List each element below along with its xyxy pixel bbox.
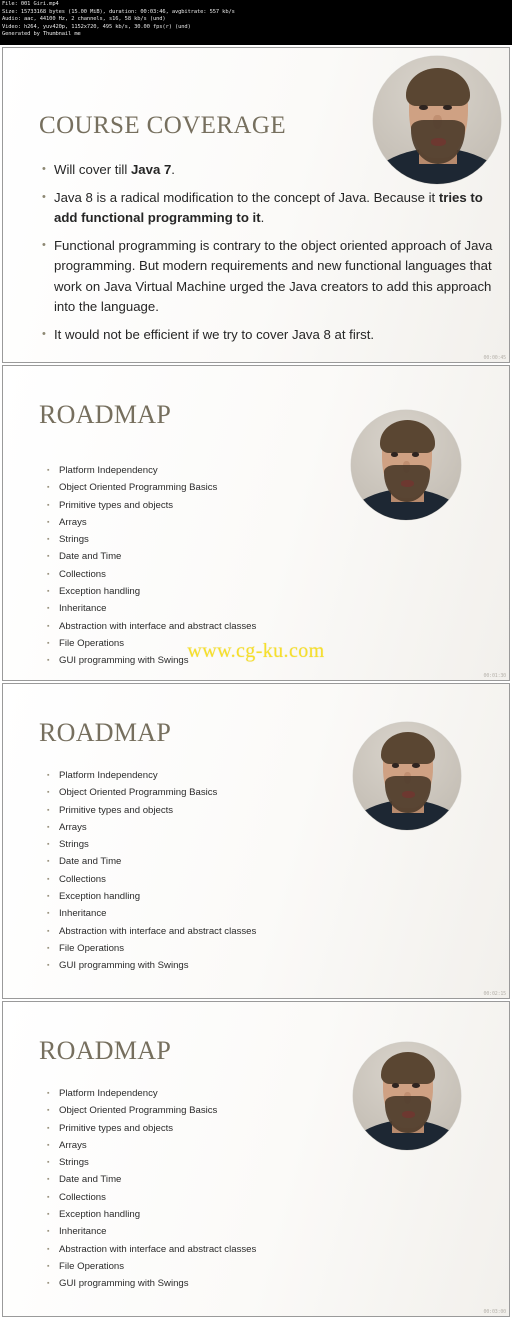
roadmap-list-item: Platform Independency — [47, 1085, 377, 1103]
metadata-line-generator: Generated by Thumbnail me — [2, 31, 81, 38]
roadmap-list-item: Primitive types and objects — [47, 1120, 377, 1138]
thumbnail-frame[interactable]: ROADMAP Platform IndependencyObject Orien… — [2, 683, 510, 999]
thumbnail-grid: COURSE COVERAGE Will cover till Java 7. Ja… — [0, 45, 512, 1320]
slide-canvas: COURSE COVERAGE Will cover till Java 7. Ja… — [3, 48, 509, 362]
thumbnail-timestamp: 00:03:00 — [483, 1309, 507, 1315]
metadata-line-size: Size: 15733168 bytes (15.00 MiB), durati… — [2, 8, 235, 15]
speaker-eye-right — [412, 763, 420, 768]
speaker-mouth — [400, 480, 414, 487]
roadmap-list-item: Arrays — [47, 1137, 377, 1155]
webcam-overlay — [353, 722, 461, 830]
speaker-eye-right — [411, 451, 420, 457]
bullet-text: . — [171, 162, 175, 177]
roadmap-list-item: Inheritance — [47, 1223, 377, 1241]
roadmap-list: Platform IndependencyObject Oriented Pro… — [47, 767, 377, 975]
speaker-eye-left — [390, 451, 399, 457]
slide-title: ROADMAP — [39, 400, 172, 429]
slide-bullet: Java 8 is a radical modification to the … — [41, 187, 493, 229]
roadmap-list-item: Arrays — [47, 514, 377, 532]
metadata-line-video: Video: h264, yuv420p, 1152x720, 495 kb/s… — [2, 23, 191, 30]
roadmap-list-item: Strings — [47, 1154, 377, 1172]
bullet-emphasis: Java 7 — [130, 162, 172, 177]
webcam-overlay — [353, 1042, 461, 1150]
speaker-eye-right — [412, 1083, 420, 1088]
thumbnail-timestamp: 00:01:30 — [483, 673, 507, 679]
speaker-mouth — [401, 1111, 415, 1118]
thumbnail-sheet: File: 001 Giri.mp4 Size: 15733168 bytes … — [0, 0, 512, 1320]
slide-title: COURSE COVERAGE — [39, 112, 286, 139]
roadmap-list-item: Object Oriented Programming Basics — [47, 479, 377, 497]
roadmap-list: Platform IndependencyObject Oriented Pro… — [47, 1085, 377, 1293]
roadmap-list-item: Primitive types and objects — [47, 802, 377, 820]
thumbnail-frame[interactable]: ROADMAP Platform IndependencyObject Orien… — [2, 365, 510, 681]
roadmap-list-item: File Operations — [47, 940, 377, 958]
roadmap-list-item: Object Oriented Programming Basics — [47, 784, 377, 802]
roadmap-list-item: GUI programming with Swings — [47, 957, 377, 975]
roadmap-list-item: Date and Time — [47, 1171, 377, 1189]
slide-bullet-list: Will cover till Java 7. Java 8 is a radic… — [41, 159, 493, 352]
roadmap-list-item: Strings — [47, 531, 377, 549]
roadmap-list-item: Date and Time — [47, 548, 377, 566]
slide-bullet: It would not be efficient if we try to c… — [41, 324, 493, 346]
roadmap-list-item: GUI programming with Swings — [47, 652, 377, 670]
webcam-overlay — [351, 410, 461, 520]
roadmap-list-item: Inheritance — [47, 905, 377, 923]
metadata-line-audio: Audio: aac, 44100 Hz, 2 channels, s16, 5… — [2, 16, 166, 23]
roadmap-list-item: Exception handling — [47, 888, 377, 906]
thumbnail-timestamp: 00:02:15 — [483, 991, 507, 997]
slide-title: ROADMAP — [39, 718, 172, 747]
bullet-text: . — [260, 210, 265, 225]
roadmap-list-item: Date and Time — [47, 853, 377, 871]
roadmap-list-item: Abstraction with interface and abstract … — [47, 1241, 377, 1259]
thumbnail-frame[interactable]: ROADMAP Platform IndependencyObject Orien… — [2, 1001, 510, 1317]
speaker-mouth — [430, 137, 446, 146]
roadmap-list: Platform IndependencyObject Oriented Pro… — [47, 462, 377, 670]
metadata-line-file: File: 001 Giri.mp4 — [2, 1, 59, 7]
roadmap-list-item: Exception handling — [47, 583, 377, 601]
roadmap-list-item: Abstraction with interface and abstract … — [47, 923, 377, 941]
slide-title: ROADMAP — [39, 1036, 172, 1065]
roadmap-list-item: Abstraction with interface and abstract … — [47, 618, 377, 636]
speaker-mouth — [401, 791, 415, 798]
roadmap-list-item: Inheritance — [47, 600, 377, 618]
roadmap-list-item: Primitive types and objects — [47, 497, 377, 515]
bullet-text: Functional programming is contrary to th… — [54, 237, 493, 315]
webcam-overlay — [373, 56, 501, 184]
thumbnail-timestamp: 00:00:45 — [483, 355, 507, 361]
roadmap-list-item: Object Oriented Programming Basics — [47, 1102, 377, 1120]
slide-canvas: ROADMAP Platform IndependencyObject Orien… — [3, 684, 509, 998]
bullet-text: It would not be efficient if we try to c… — [54, 326, 375, 342]
slide-bullet: Functional programming is contrary to th… — [41, 235, 493, 318]
thumbnail-frame[interactable]: COURSE COVERAGE Will cover till Java 7. Ja… — [2, 47, 510, 363]
roadmap-list-item: Arrays — [47, 819, 377, 837]
bullet-text: Will cover till — [54, 162, 131, 177]
roadmap-list-item: Collections — [47, 1189, 377, 1207]
roadmap-list-item: Exception handling — [47, 1206, 377, 1224]
slide-canvas: ROADMAP Platform IndependencyObject Orien… — [3, 1002, 509, 1316]
roadmap-list-item: Platform Independency — [47, 767, 377, 785]
roadmap-list-item: Collections — [47, 871, 377, 889]
roadmap-list-item: File Operations — [47, 1258, 377, 1276]
roadmap-list-item: GUI programming with Swings — [47, 1275, 377, 1293]
slide-canvas: ROADMAP Platform IndependencyObject Orien… — [3, 366, 509, 680]
roadmap-list-item: Strings — [47, 836, 377, 854]
roadmap-list-item: Platform Independency — [47, 462, 377, 480]
bullet-text: Java 8 is a radical modification to the … — [54, 189, 439, 205]
roadmap-list-item: Collections — [47, 566, 377, 584]
roadmap-list-item: File Operations — [47, 635, 377, 653]
video-metadata-header: File: 001 Giri.mp4 Size: 15733168 bytes … — [0, 0, 512, 45]
